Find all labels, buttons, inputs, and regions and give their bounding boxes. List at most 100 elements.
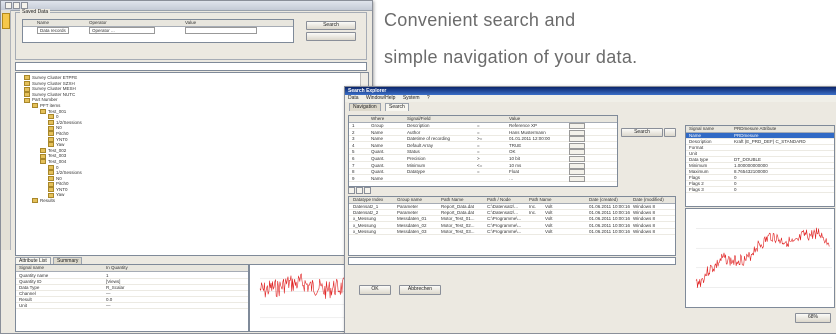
value-picker-button[interactable] bbox=[569, 175, 585, 182]
ok-button[interactable]: OK bbox=[359, 285, 391, 295]
property-value: 0.0 bbox=[106, 297, 113, 302]
result-cell: Inc. bbox=[529, 204, 537, 209]
folder-icon bbox=[32, 103, 38, 109]
property-row[interactable]: Unit — bbox=[16, 303, 248, 309]
property-value: 0 bbox=[734, 175, 737, 180]
search-button[interactable]: Search bbox=[621, 128, 663, 137]
filter-row[interactable]: 5 Quant. Status = OK bbox=[349, 149, 617, 156]
result-cell: C:\Datensatz\... bbox=[487, 210, 519, 216]
result-row[interactable]: x_Messung Messdaten_03 Motor_Test_03... C:\… bbox=[349, 229, 675, 235]
value-picker-button[interactable] bbox=[569, 123, 585, 129]
add-filter-button[interactable] bbox=[664, 128, 676, 137]
value-picker-button[interactable] bbox=[569, 142, 585, 149]
toolbar-icon[interactable] bbox=[356, 187, 363, 194]
filter-table: Where Signal/Field Value 1 Group Descripti… bbox=[348, 115, 618, 187]
filter-header: Where Signal/Field Value bbox=[349, 116, 617, 123]
filter-cell: 10 ms bbox=[509, 162, 522, 168]
filter-cell: Quant. bbox=[371, 156, 385, 161]
tree-item-label: 0 bbox=[56, 114, 59, 120]
filter-cell: Name bbox=[371, 129, 384, 135]
filter-cell: Default Array bbox=[407, 142, 434, 148]
filter-cell: Minimum bbox=[407, 162, 426, 168]
filter-header: Name Operator Value bbox=[23, 20, 293, 27]
tree-item[interactable]: Results bbox=[24, 198, 82, 204]
filter-cell: Description bbox=[407, 123, 430, 128]
filter-row[interactable]: 8 Quant. Datatype = Float bbox=[349, 169, 617, 176]
left-rail bbox=[1, 10, 11, 250]
path-field[interactable] bbox=[15, 62, 367, 71]
filter-cell: 5 bbox=[352, 149, 355, 155]
folder-icon bbox=[40, 108, 46, 114]
filter-row[interactable]: 9 Name… bbox=[349, 175, 617, 182]
search-button[interactable]: Search bbox=[306, 21, 356, 30]
menu-window[interactable]: Window/Help bbox=[366, 95, 395, 101]
filter-row[interactable]: 2 Name Author = Hans Mustermann bbox=[349, 129, 617, 136]
tree-item-label: Survey Cluster SZXH bbox=[32, 80, 75, 86]
value-picker-button[interactable] bbox=[569, 136, 585, 143]
result-row[interactable]: Datensatz_1 Parameter Report_Data.dat C:\Da… bbox=[349, 204, 675, 210]
filter-cell: Status bbox=[407, 149, 420, 155]
property-value: PRDmesure bbox=[734, 133, 759, 138]
filter-operator[interactable]: Operator ... bbox=[89, 27, 155, 34]
toolbar-icon[interactable] bbox=[348, 187, 355, 194]
toolbar-icon[interactable] bbox=[21, 2, 28, 9]
option-button[interactable] bbox=[306, 32, 356, 41]
menu-data[interactable]: Data bbox=[348, 95, 359, 101]
filter-cell: 8 bbox=[352, 169, 355, 175]
value-picker-button[interactable] bbox=[569, 149, 585, 156]
result-cell: Report_Data.dat bbox=[441, 204, 475, 209]
property-value: DT_DOUBLE bbox=[734, 157, 762, 162]
back-toolbar bbox=[1, 1, 372, 11]
result-row[interactable]: x_Messung Messdaten_01 Motor_Test_01... C:\… bbox=[349, 216, 675, 223]
tab-navigation[interactable]: Navigation bbox=[349, 103, 381, 111]
filter-field[interactable]: Data records bbox=[37, 27, 69, 34]
tree-list: Survey Cluster ETPFE Survey Cluster SZXH S… bbox=[24, 75, 82, 204]
tree-view[interactable]: Survey Cluster ETPFE Survey Cluster SZXH S… bbox=[15, 72, 369, 256]
filter-cell: Reference XP bbox=[509, 123, 538, 128]
result-row[interactable]: Datensatz_2 Parameter Report_Data.dat C:\Da… bbox=[349, 210, 675, 217]
filter-row[interactable]: Data records Operator ... bbox=[23, 27, 293, 34]
folder-icon bbox=[48, 142, 54, 148]
tree-item-label: Test_001 bbox=[48, 108, 67, 114]
filter-cell: 01.01.2011 12:00:00 bbox=[509, 136, 550, 142]
filter-cell: Hans Mustermann bbox=[509, 129, 546, 135]
tab-search[interactable]: Search bbox=[385, 103, 409, 111]
filter-row[interactable]: 3 Name Datetime of recording >= 01.01.2011 1… bbox=[349, 136, 617, 143]
property-key: Channel bbox=[19, 291, 36, 296]
value-picker-button[interactable] bbox=[569, 169, 585, 176]
header-cell: Signal name bbox=[19, 265, 45, 270]
result-row[interactable]: x_Messung Messdaten_02 Motor_Test_02... C:\… bbox=[349, 223, 675, 229]
header-cell: Path Name bbox=[529, 197, 552, 202]
property-row[interactable]: Flags 3 0 bbox=[686, 187, 834, 193]
menu-help[interactable]: ? bbox=[427, 95, 430, 101]
tree-item-label: Results bbox=[40, 198, 56, 204]
prop-header: Signal name In Quantity bbox=[16, 265, 248, 272]
toolbar-icon[interactable] bbox=[364, 187, 371, 194]
filter-value[interactable] bbox=[185, 27, 257, 34]
result-cell: Windows 8 bbox=[633, 228, 656, 234]
value-picker-button[interactable] bbox=[569, 156, 585, 162]
menu-system[interactable]: System bbox=[403, 95, 420, 101]
folder-icon bbox=[24, 75, 30, 81]
rail-tab[interactable] bbox=[2, 13, 10, 29]
tree-item-label: Test_003 bbox=[48, 153, 67, 159]
property-value: 8.765432100000 bbox=[734, 169, 768, 174]
result-cell: Motor_Test_01... bbox=[441, 216, 475, 222]
property-key: Data Type bbox=[19, 285, 40, 290]
value-picker-button[interactable] bbox=[569, 129, 585, 136]
tree-item-label: YNT0 bbox=[56, 186, 68, 192]
value-picker-button[interactable] bbox=[569, 162, 585, 169]
filter-row[interactable]: 4 Name Default Array = TRUE bbox=[349, 142, 617, 149]
property-value: — bbox=[106, 303, 111, 308]
toolbar-icon[interactable] bbox=[5, 2, 12, 9]
tree-item-label: Yaw bbox=[56, 142, 65, 148]
filter-row[interactable]: 1 Group Description = Reference XP bbox=[349, 123, 617, 129]
toolbar-icon[interactable] bbox=[13, 2, 20, 9]
result-cell: Datensatz_2 bbox=[353, 210, 379, 216]
filter-row[interactable]: 7 Quant. Minimum <= 10 ms bbox=[349, 162, 617, 169]
cancel-button[interactable]: Abbrechen bbox=[399, 285, 441, 295]
attribute-grid: Signal name PRDmesure Attribute Name PRDm… bbox=[685, 125, 835, 207]
zoom-button[interactable]: 68% bbox=[795, 313, 831, 323]
filter-row[interactable]: 6 Quant. Precision >10 bit bbox=[349, 156, 617, 162]
tree-item-label: Pitch0 bbox=[56, 130, 69, 136]
